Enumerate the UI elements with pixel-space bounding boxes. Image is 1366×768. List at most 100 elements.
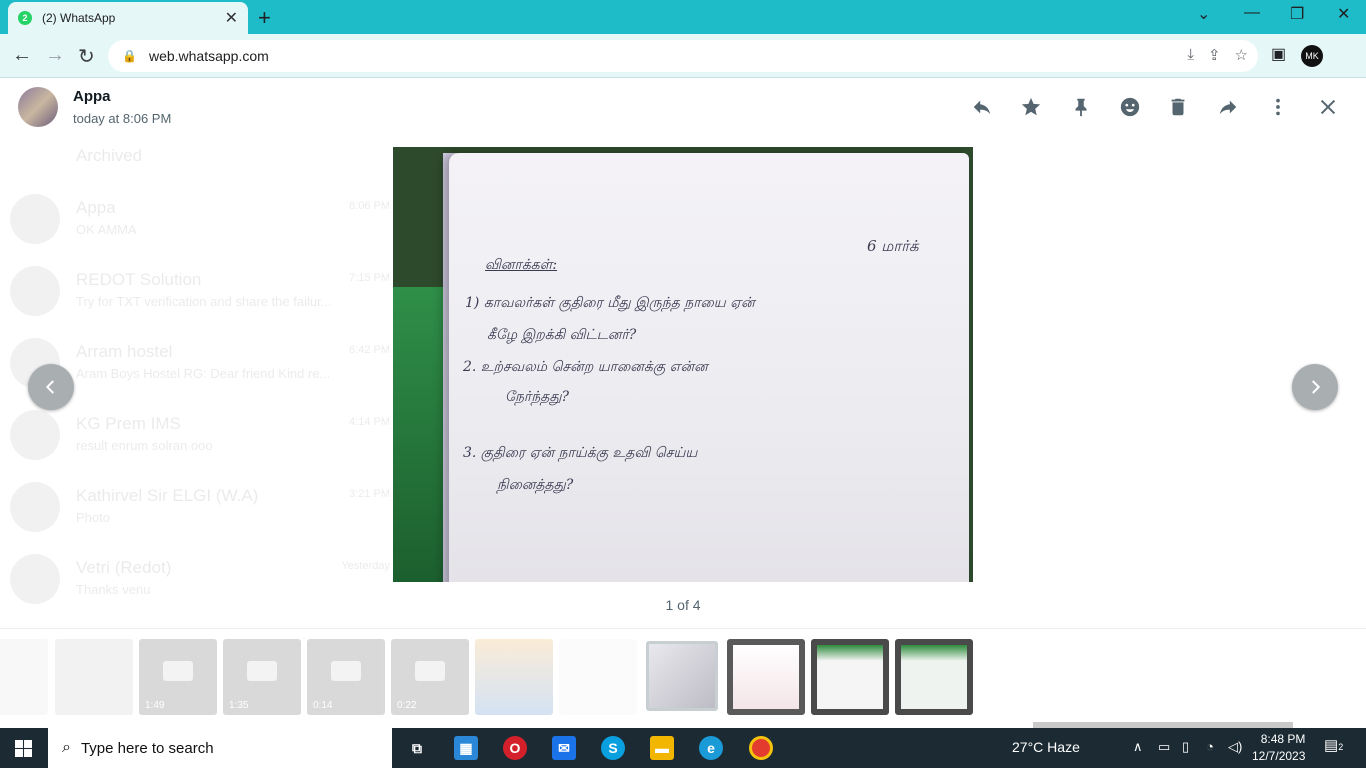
paper-sheet: 6 மார்க் வினாக்கள்: 1) காவலர்கள் குதிரை … (449, 153, 969, 582)
reply-icon[interactable] (969, 94, 995, 120)
photo-background (393, 287, 449, 582)
search-placeholder: Type here to search (80, 739, 214, 757)
chat-time: 7:15 PM (349, 272, 390, 284)
chat-preview: Photo (76, 510, 110, 525)
clock-date: 12/7/2023 (1252, 749, 1306, 763)
notification-count: 2 (1338, 742, 1344, 752)
search-icon: ⌕ (62, 739, 71, 756)
address-bar[interactable]: 🔒 web.whatsapp.com ⤓ ⇪ ☆ (108, 40, 1258, 72)
taskbar-search[interactable]: ⌕ Type here to search (48, 728, 392, 768)
forward-icon[interactable] (1215, 94, 1241, 120)
chat-preview: OK AMMA (76, 222, 137, 237)
minimize-icon[interactable]: — (1244, 4, 1260, 22)
back-icon[interactable]: ← (12, 44, 32, 67)
windows-taskbar: ⌕ Type here to search ⧉ ▦ O ✉ S ▬ e 27°C… (0, 728, 1366, 768)
wifi-icon[interactable]: ◔ (1206, 739, 1214, 754)
file-explorer-icon[interactable]: ▬ (650, 736, 674, 760)
emoji-icon[interactable] (1117, 94, 1143, 120)
thumbnail[interactable] (55, 639, 133, 715)
thumbnail[interactable] (811, 639, 889, 715)
chat-preview: Try for TXT verification and share the f… (76, 294, 332, 309)
viewer-header: Appa today at 8:06 PM (0, 78, 1366, 138)
skype-icon[interactable]: S (601, 736, 625, 760)
chat-name: Archived (76, 146, 143, 165)
battery-icon[interactable]: ▯ (1182, 739, 1189, 755)
chat-name: Arram hostel (76, 342, 173, 361)
side-panel-icon[interactable]: ▣ (1271, 44, 1286, 64)
list-item: KG Prem IMS result enrum solran ooo 4:14… (10, 406, 390, 462)
url-text: web.whatsapp.com (148, 48, 269, 64)
close-icon[interactable] (1315, 94, 1341, 120)
handwritten-text: நினைத்தது? (497, 477, 574, 493)
whatsapp-favicon-icon: 2 (18, 11, 32, 25)
pin-icon[interactable] (1068, 94, 1094, 120)
browser-tab-strip: 2 (2) WhatsApp ✕ + ⌄ — ❐ ✕ (0, 0, 1366, 34)
task-view-icon[interactable]: ⧉ (405, 736, 429, 760)
media-image[interactable]: 6 மார்க் வினாக்கள்: 1) காவலர்கள் குதிரை … (393, 147, 973, 582)
thumbnail[interactable]: 0:14 (307, 639, 385, 715)
tab-close-icon[interactable]: ✕ (225, 8, 238, 28)
chat-time: 6:42 PM (349, 344, 390, 356)
tray-chevron-icon[interactable]: ∧ (1133, 739, 1143, 755)
reload-icon[interactable]: ↻ (78, 44, 95, 69)
delete-icon[interactable] (1165, 94, 1191, 120)
restore-icon[interactable]: ❐ (1290, 4, 1304, 24)
chat-time: Yesterday (341, 560, 390, 572)
mail-icon[interactable]: ✉ (552, 736, 576, 760)
list-item: Archived (10, 138, 390, 194)
windows-start-icon[interactable] (15, 740, 32, 762)
lock-icon[interactable]: 🔒 (122, 49, 137, 63)
sender-name: Appa (73, 88, 111, 105)
previous-arrow-button[interactable] (28, 364, 74, 410)
thumbnail[interactable] (895, 639, 973, 715)
system-clock[interactable]: 8:48 PM 12/7/2023 (1252, 731, 1305, 765)
handwritten-text: நேர்ந்தது? (505, 389, 569, 405)
chat-name: Kathirvel Sir ELGI (W.A) (76, 486, 259, 505)
whatsapp-media-viewer: Archived Appa OK AMMA 8:06 PM REDOT Solu… (0, 78, 1366, 728)
handwritten-text: 6 மார்க் (867, 237, 919, 255)
star-icon[interactable] (1018, 94, 1044, 120)
next-arrow-button[interactable] (1292, 364, 1338, 410)
thumbnail[interactable] (0, 639, 48, 715)
profile-avatar[interactable]: MK (1301, 45, 1323, 67)
edge-icon[interactable]: e (699, 736, 723, 760)
share-icon[interactable]: ⇪ (1208, 46, 1221, 64)
chat-preview: Aram Boys Hostel RG: Dear friend Kind re… (76, 366, 331, 381)
new-tab-button[interactable]: + (258, 5, 271, 31)
install-icon[interactable]: ⤓ (1187, 46, 1194, 64)
chat-time: 3:21 PM (349, 488, 390, 500)
chat-name: KG Prem IMS (76, 414, 181, 433)
chat-preview: Thanks venu (76, 582, 151, 597)
handwritten-text: வினாக்கள்: (485, 257, 558, 273)
chat-name: Vetri (Redot) (76, 558, 172, 577)
forward-icon[interactable]: → (45, 44, 65, 67)
thumbnail[interactable] (559, 639, 637, 715)
thumbnail[interactable] (475, 639, 553, 715)
chat-name: Appa (76, 198, 116, 217)
meet-icon[interactable]: ▭ (1158, 739, 1170, 755)
tab-search-icon[interactable]: ⌄ (1197, 4, 1210, 24)
notification-icon[interactable]: ▤2 (1324, 736, 1343, 754)
chrome-icon[interactable] (749, 736, 773, 760)
more-icon[interactable] (1265, 94, 1291, 120)
store-icon[interactable]: ▦ (454, 736, 478, 760)
list-item: Kathirvel Sir ELGI (W.A) Photo 3:21 PM (10, 478, 390, 534)
volume-icon[interactable]: ◁) (1228, 739, 1242, 755)
handwritten-text: 3. குதிரை ஏன் நாய்க்கு உதவி செய்ய (463, 445, 698, 461)
weather-widget[interactable]: 27°C Haze (1012, 739, 1080, 755)
thumbnail[interactable] (727, 639, 805, 715)
tab-title: (2) WhatsApp (42, 11, 116, 25)
bookmark-star-icon[interactable]: ☆ (1235, 46, 1248, 64)
sender-time: today at 8:06 PM (73, 111, 172, 126)
window-close-icon[interactable]: ✕ (1337, 4, 1350, 24)
chat-name: REDOT Solution (76, 270, 202, 289)
chat-preview: result enrum solran ooo (76, 438, 213, 453)
media-counter: 1 of 4 (665, 597, 701, 613)
thumbnail[interactable]: 1:49 (139, 639, 217, 715)
opera-icon[interactable]: O (503, 736, 527, 760)
avatar[interactable] (18, 87, 58, 127)
thumbnail[interactable]: 0:22 (391, 639, 469, 715)
tab-whatsapp[interactable]: 2 (2) WhatsApp ✕ (8, 2, 248, 34)
thumbnail-selected[interactable] (646, 641, 718, 711)
thumbnail[interactable]: 1:35 (223, 639, 301, 715)
